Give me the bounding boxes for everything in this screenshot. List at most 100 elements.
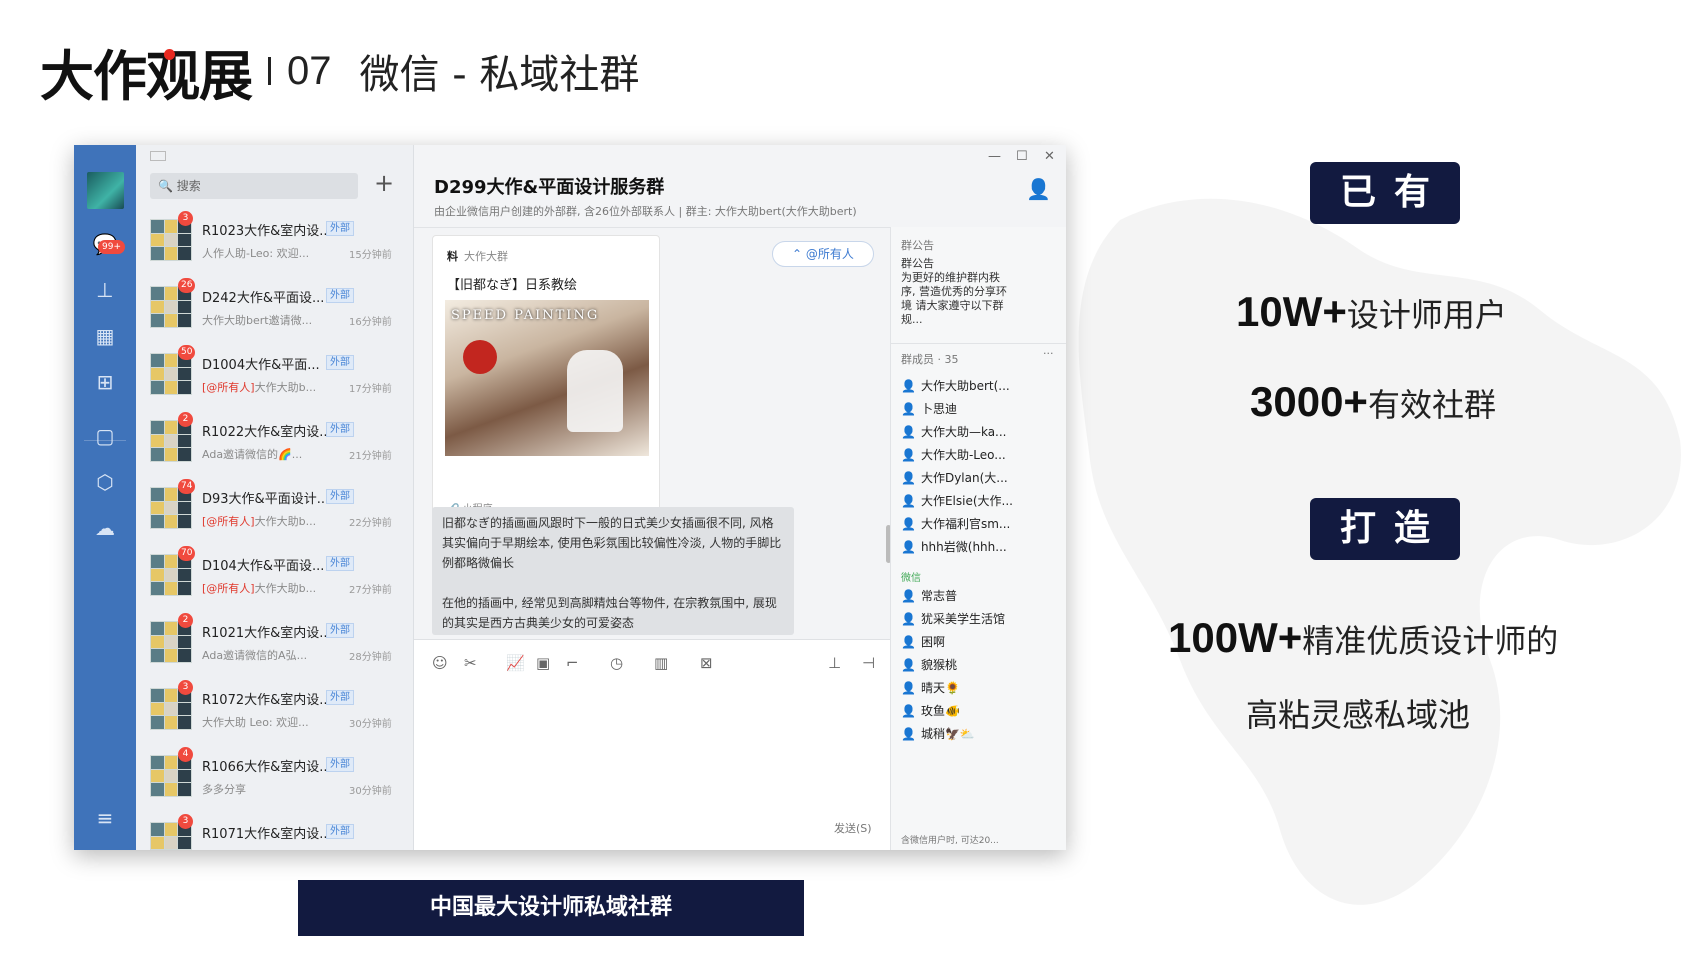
- conversation-time: 28分钟前: [349, 652, 392, 663]
- wechat-member-item[interactable]: 👤 困啊: [901, 633, 945, 650]
- wechat-member-item[interactable]: 👤 犹采美学生活馆: [901, 610, 1005, 627]
- person-icon: 👤: [901, 494, 916, 508]
- window-close-icon[interactable]: ✕: [1044, 149, 1055, 164]
- window-maximize-icon[interactable]: ☐: [1016, 149, 1028, 164]
- conversation-item[interactable]: 3 R1071大作&室内设...外部大作大助-Leo: 欢迎... 31分钟前: [136, 810, 414, 850]
- calendar-icon[interactable]: ▦: [92, 323, 118, 349]
- member-item[interactable]: 👤 大作福利官sm...: [901, 515, 1010, 532]
- conversation-item[interactable]: 2 R1021大作&室内设... 外部 Ada邀请微信的A弘... 28分钟前: [136, 609, 414, 675]
- compose-area[interactable]: ☺ ✂ 📈 ▣ ⌐ ◷ ▥ ⊠ ⊥ ⊣ 发送(S): [414, 639, 890, 850]
- wechat-member-item[interactable]: 👤 晴天🌻: [901, 679, 960, 696]
- word-file-icon[interactable]: ▣: [536, 654, 550, 672]
- notice-header: 群公告: [901, 239, 934, 252]
- wechat-member-item[interactable]: 👤 貌猴桃: [901, 656, 957, 673]
- chart-icon[interactable]: 📈: [506, 654, 525, 672]
- conversation-preview: 多多分享: [202, 781, 246, 797]
- conversation-name: D1004大作&平面...: [202, 358, 320, 373]
- member-name: 貌猴桃: [920, 658, 957, 672]
- more-icon[interactable]: ···: [1043, 347, 1054, 360]
- screenshot-icon[interactable]: ⌐: [566, 654, 579, 672]
- stat-target-number: 100W+: [1168, 614, 1303, 661]
- member-name: 大作Dylan(大...: [920, 471, 1008, 485]
- group-members-icon[interactable]: 👤: [1026, 177, 1051, 201]
- person-icon: 👤: [901, 727, 916, 741]
- preview-text: 大作大助b...: [254, 582, 317, 595]
- member-item[interactable]: 👤 hhh岩微(hhh...: [901, 538, 1007, 555]
- window-minimize-icon[interactable]: —: [988, 149, 1001, 164]
- conversation-preview: 大作大助 Leo: 欢迎...: [202, 714, 309, 730]
- group-notice[interactable]: 群公告 为更好的维护群内秩序, 营造优秀的分享环境 请大家遵守以下群规...: [901, 257, 1011, 327]
- doc-icon[interactable]: ▢: [92, 423, 118, 449]
- member-item[interactable]: 👤 大作大助-Leo...: [901, 446, 1006, 463]
- conversation-item[interactable]: 70 D104大作&平面设... 外部 [@所有人]大作大助b... 27分钟前: [136, 542, 414, 608]
- apps-grid-icon[interactable]: ⊞: [92, 369, 118, 395]
- send-button[interactable]: 发送(S): [834, 820, 872, 836]
- at-all-button[interactable]: ⌃ @所有人: [772, 241, 874, 267]
- stat-designers-number: 10W+: [1236, 288, 1347, 335]
- menu-icon[interactable]: ≡: [92, 805, 118, 831]
- preview-text: 大作大助b...: [254, 381, 317, 394]
- conversation-list: 🔍 搜索 + 3 R1023大作&室内设... 外部 人作人助-Leo: 欢迎... 1…: [136, 145, 414, 850]
- chat-panel: — ☐ ✕ D299大作&平面设计服务群 由企业微信用户创建的外部群, 含26位…: [414, 145, 1066, 850]
- conversation-item[interactable]: 4 R1066大作&室内设... 外部 多多分享 30分钟前: [136, 743, 414, 809]
- expand-icon[interactable]: ⊣: [862, 654, 875, 672]
- member-item[interactable]: 👤 卜思迪: [901, 400, 957, 417]
- slide: 大作观展 07 微信 - 私域社群 💬 99+ ⊥ ▦ ⊞ ▢ ⬡ ☁ ≡ 🔍 …: [0, 0, 1706, 960]
- conversation-preview: [@所有人]大作大助b...: [202, 379, 316, 395]
- member-name: 卜思迪: [920, 402, 957, 416]
- person-icon: 👤: [901, 471, 916, 485]
- person-icon: 👤: [901, 681, 916, 695]
- mention-label: [@所有人]: [202, 515, 255, 528]
- collapse-icon[interactable]: ⊥: [828, 654, 841, 672]
- wechat-member-item[interactable]: 👤 玫鱼🐠: [901, 702, 960, 719]
- conversation-item[interactable]: 3 R1023大作&室内设... 外部 人作人助-Leo: 欢迎... 15分钟前: [136, 207, 414, 273]
- brand-logo: 大作观展: [40, 44, 253, 108]
- member-item[interactable]: 👤 大作大助bert(...: [901, 377, 1010, 394]
- external-tag: 外部: [326, 556, 354, 571]
- conversation-item[interactable]: 26 D242大作&平面设... 外部 大作大助bert邀请微... 16分钟前: [136, 274, 414, 340]
- wechat-member-item[interactable]: 👤 城稍🦅⛅: [901, 725, 975, 742]
- mini-program-card[interactable]: 料大作大群 【旧都なぎ】日系教绘 SPEED PAINTING 🔗 小程序: [432, 235, 660, 523]
- member-item[interactable]: 👤 大作Elsie(大作...: [901, 492, 1013, 509]
- preview-text: Ada邀请微信的🌈...: [202, 448, 303, 461]
- stat-designers: 10W+设计师用户: [1236, 288, 1507, 336]
- conversation-name: D104大作&平面设...: [202, 559, 325, 574]
- member-item[interactable]: 👤 大作Dylan(大...: [901, 469, 1008, 486]
- card-illustration: SPEED PAINTING: [445, 300, 649, 456]
- member-name: 犹采美学生活馆: [920, 612, 1005, 626]
- clock-icon[interactable]: ◷: [610, 654, 623, 672]
- add-icon[interactable]: +: [374, 169, 394, 197]
- search-input[interactable]: 🔍 搜索: [150, 173, 358, 199]
- person-icon: 👤: [901, 517, 916, 531]
- unread-badge: 2: [178, 412, 193, 427]
- conversation-name: D93大作&平面设计...: [202, 492, 330, 507]
- hexagon-icon[interactable]: ⬡: [92, 469, 118, 495]
- message-bubble: 旧都なぎ的插画画风跟时下一般的日式美少女插画很不同, 风格其实偏向于早期绘本, …: [432, 507, 794, 635]
- conversation-time: 16分钟前: [349, 317, 392, 328]
- emoji-icon[interactable]: ☺: [432, 654, 448, 672]
- conversation-preview: Ada邀请微信的🌈...: [202, 446, 302, 462]
- scissors-icon[interactable]: ✂: [464, 654, 477, 672]
- stat-communities-number: 3000+: [1250, 378, 1368, 425]
- message-paragraph-2: 在他的插画中, 经常见到高脚精烛台等物件, 在宗教氛围中, 展现的其实是西方古典…: [442, 596, 777, 630]
- external-tag: 外部: [326, 288, 354, 303]
- voice-icon[interactable]: ▥: [654, 654, 668, 672]
- conversation-time: 22分钟前: [349, 518, 392, 529]
- user-avatar[interactable]: [87, 172, 124, 209]
- conversation-item[interactable]: 2 R1022大作&室内设... 外部 Ada邀请微信的🌈... 21分钟前: [136, 408, 414, 474]
- member-item[interactable]: 👤 大作大助—ka...: [901, 423, 1007, 440]
- member-name: 大作大助—ka...: [920, 425, 1007, 439]
- cloud-icon[interactable]: ☁: [92, 515, 118, 541]
- caption-banner: 中国最大设计师私域社群: [298, 880, 804, 936]
- unread-badge: 50: [178, 345, 196, 360]
- org-chart-icon[interactable]: ⊥: [92, 277, 118, 303]
- stat-target-text: 精准优质设计师的: [1302, 622, 1559, 660]
- person-icon: 👤: [901, 635, 916, 649]
- conversation-item[interactable]: 74 D93大作&平面设计... 外部 [@所有人]大作大助b... 22分钟前: [136, 475, 414, 541]
- person-icon: 👤: [901, 612, 916, 626]
- conversation-item[interactable]: 50 D1004大作&平面... 外部 [@所有人]大作大助b... 17分钟前: [136, 341, 414, 407]
- page-header: 大作观展 07 微信 - 私域社群: [40, 36, 639, 108]
- conversation-item[interactable]: 3 R1072大作&室内设... 外部 大作大助 Leo: 欢迎... 30分钟前: [136, 676, 414, 742]
- wechat-member-item[interactable]: 👤 常志普: [901, 587, 957, 604]
- history-icon[interactable]: ⊠: [700, 654, 713, 672]
